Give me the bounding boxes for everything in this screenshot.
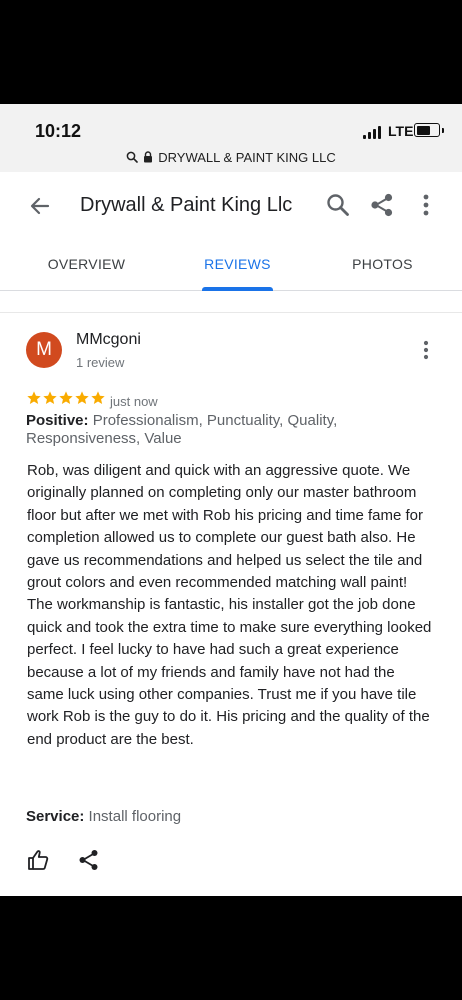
more-vert-icon[interactable] <box>416 339 436 361</box>
status-bar: 10:12 LTE DRYWALL & PAINT KING LLC <box>0 104 462 172</box>
service-info: Service: Install flooring <box>26 808 181 825</box>
page-title: Drywall & Paint King Llc <box>80 194 293 216</box>
arrow-back-icon[interactable] <box>26 192 54 220</box>
star-icon <box>91 391 105 404</box>
tab-photos[interactable]: PHOTOS <box>325 238 440 290</box>
review-count: 1 review <box>76 355 125 370</box>
star-icon <box>59 391 73 404</box>
review-text: Rob, was diligent and quick with an aggr… <box>27 462 432 748</box>
service-label: Service: <box>26 808 85 825</box>
positive-attributes: Positive: Professionalism, Punctuality, … <box>26 412 436 448</box>
reviewer-name[interactable]: MMcgoni <box>76 331 141 349</box>
battery-icon <box>414 123 444 137</box>
app-bar: Drywall & Paint King Llc <box>0 172 462 239</box>
service-text: Install flooring <box>88 808 182 825</box>
url-text: DRYWALL & PAINT KING LLC <box>158 149 336 165</box>
star-icon <box>43 391 57 404</box>
tab-bar: OVERVIEW REVIEWS PHOTOS <box>0 238 462 291</box>
tab-reviews[interactable]: REVIEWS <box>180 238 295 290</box>
lock-icon <box>144 151 153 163</box>
phone-screen: 10:12 LTE DRYWALL & PAINT KING LLC Drywa… <box>0 104 462 896</box>
share-icon[interactable] <box>78 848 100 872</box>
tab-overview[interactable]: OVERVIEW <box>30 238 143 290</box>
star-icon <box>75 391 89 404</box>
avatar[interactable]: M <box>26 332 62 368</box>
review-date: just now <box>110 394 158 409</box>
share-icon[interactable] <box>369 191 395 219</box>
active-tab-indicator <box>202 287 273 291</box>
clock: 10:12 <box>35 121 82 141</box>
divider <box>0 292 462 313</box>
thumb-up-icon[interactable] <box>27 848 49 872</box>
url-bar[interactable]: DRYWALL & PAINT KING LLC <box>0 146 462 168</box>
search-icon[interactable] <box>324 191 352 219</box>
positive-label: Positive: <box>26 412 89 429</box>
magnifier-icon <box>126 151 139 163</box>
star-icon <box>27 391 41 404</box>
network-type: LTE <box>388 123 414 139</box>
signal-icon <box>363 125 383 139</box>
more-vert-icon[interactable] <box>416 191 436 219</box>
star-rating <box>26 390 106 408</box>
